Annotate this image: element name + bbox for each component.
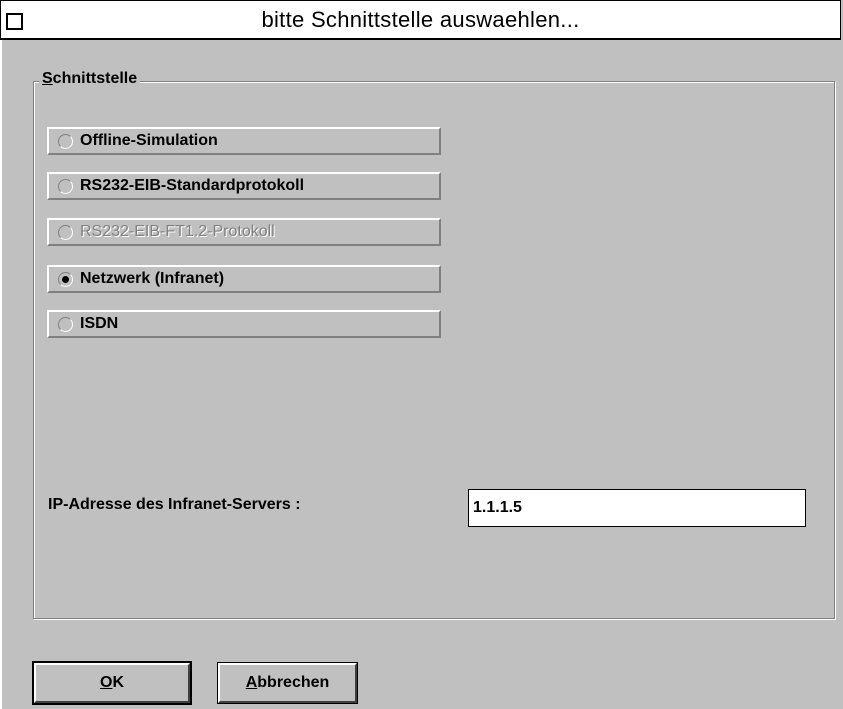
cancel-rest: bbrechen	[257, 674, 330, 691]
ok-mnemonic: O	[99, 674, 113, 691]
radio-circle-checked-icon[interactable]	[58, 271, 73, 287]
ip-address-label: IP-Adresse des Infranet-Servers :	[48, 496, 301, 513]
interface-group-label: Schnittstelle	[39, 70, 141, 88]
interface-groupbox	[33, 81, 835, 619]
ip-address-input[interactable]	[468, 489, 806, 527]
cancel-mnemonic: A	[245, 674, 258, 691]
radio-label: RS232-EIB-FT1.2-Protokoll	[80, 223, 275, 240]
radio-label: ISDN	[80, 315, 119, 332]
ok-rest: K	[112, 674, 124, 691]
radio-circle-icon[interactable]	[58, 178, 73, 194]
radio-isdn[interactable]: ISDN	[47, 310, 441, 338]
radio-label: Offline-Simulation	[80, 132, 218, 149]
ok-button[interactable]: OK	[32, 661, 192, 705]
cancel-button[interactable]: Abbrechen	[217, 662, 358, 704]
window-title: bitte Schnittstelle auswaehlen...	[261, 7, 580, 32]
radio-netzwerk-infranet[interactable]: Netzwerk (Infranet)	[47, 265, 441, 293]
radio-circle-icon	[58, 224, 73, 240]
legend-rest: chnittstelle	[52, 70, 138, 87]
radio-offline-simulation[interactable]: Offline-Simulation	[47, 127, 441, 155]
legend-mnemonic: S	[42, 70, 53, 87]
radio-label: Netzwerk (Infranet)	[80, 270, 225, 287]
radio-circle-icon[interactable]	[58, 133, 73, 149]
radio-rs232-ft12: RS232-EIB-FT1.2-Protokoll	[47, 218, 441, 246]
radio-rs232-standard[interactable]: RS232-EIB-Standardprotokoll	[47, 172, 441, 200]
radio-circle-icon[interactable]	[58, 316, 73, 332]
title-bar: bitte Schnittstelle auswaehlen...	[0, 0, 841, 40]
radio-label: RS232-EIB-Standardprotokoll	[80, 177, 305, 194]
